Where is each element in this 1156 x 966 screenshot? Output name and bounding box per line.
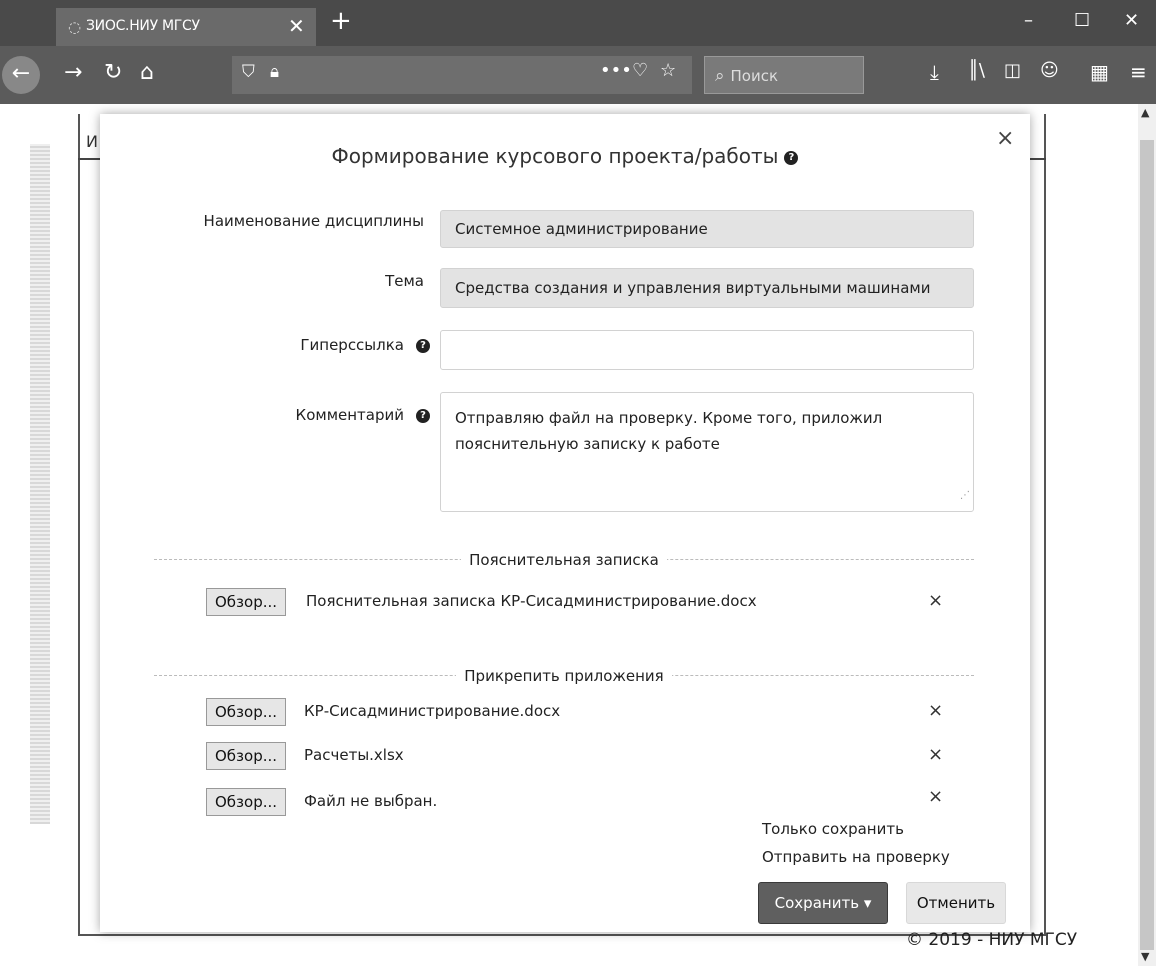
- save-button-label: Сохранить: [774, 894, 860, 912]
- remove-file-icon[interactable]: ×: [928, 786, 943, 807]
- scrollbar-thumb[interactable]: [1140, 140, 1154, 950]
- page-viewport: И © 2019 - НИУ МГСУ ▲ ▼ × Формирование к…: [0, 104, 1156, 966]
- browse-button[interactable]: Обзор...: [206, 588, 287, 616]
- new-tab-icon[interactable]: +: [330, 6, 352, 36]
- explanatory-note-title-wrap: Пояснительная записка: [154, 550, 974, 569]
- browser-tab-bar: ◌ ЗИОС.НИУ МГСУ ✕ + – ☐ ✕: [0, 0, 1156, 46]
- browse-button[interactable]: Обзор...: [206, 742, 287, 770]
- browse-button[interactable]: Обзор...: [206, 788, 287, 816]
- hyperlink-label: Гиперссылка: [300, 336, 404, 354]
- back-icon[interactable]: ←: [2, 56, 40, 94]
- site-favicon-icon: ◌: [68, 18, 82, 36]
- file-name: Пояснительная записка КР-Сисадминистриро…: [306, 592, 757, 610]
- explanatory-note-title: Пояснительная записка: [461, 551, 667, 569]
- url-bar[interactable]: ⛉ 🔒︎ ••• ♡ ☆: [232, 56, 692, 94]
- discipline-label: Наименование дисциплины: [203, 212, 424, 230]
- attachments-section: Прикрепить приложения: [154, 666, 974, 685]
- file-name: Файл не выбран.: [304, 792, 438, 810]
- extension-gift-icon[interactable]: ▦: [1090, 60, 1109, 84]
- save-only-menu-item[interactable]: Только сохранить: [762, 820, 904, 838]
- remove-file-icon[interactable]: ×: [928, 590, 943, 611]
- browser-search-box[interactable]: ⌕ Поиск: [704, 56, 864, 94]
- menu-icon[interactable]: ≡: [1130, 60, 1147, 84]
- reload-icon[interactable]: ↻: [104, 60, 122, 85]
- file-name: КР-Сисадминистрирование.docx: [304, 702, 561, 720]
- comment-textarea[interactable]: Отправляю файл на проверку. Кроме того, …: [440, 392, 974, 512]
- save-dropdown-button[interactable]: Сохранить ▾: [758, 882, 888, 924]
- hyperlink-input[interactable]: [440, 330, 974, 370]
- lock-icon[interactable]: 🔒︎: [270, 62, 279, 82]
- search-icon: ⌕: [715, 66, 725, 86]
- remove-file-icon[interactable]: ×: [928, 744, 943, 765]
- comment-label-group: Комментарий?: [140, 406, 430, 424]
- page-footer: © 2019 - НИУ МГСУ: [906, 930, 1078, 950]
- resize-grip-icon[interactable]: ⋰: [960, 483, 970, 509]
- bookmark-star-icon[interactable]: ☆: [660, 60, 676, 81]
- send-for-review-menu-item[interactable]: Отправить на проверку: [762, 848, 950, 866]
- download-icon[interactable]: ⤓: [930, 60, 939, 84]
- modal-title-text: Формирование курсового проекта/работы: [331, 144, 779, 168]
- page-heading-truncated: И: [86, 132, 98, 151]
- attachments-title-wrap: Прикрепить приложения: [154, 666, 974, 685]
- comment-text: Отправляю файл на проверку. Кроме того, …: [455, 409, 883, 453]
- shield-icon[interactable]: ⛉: [242, 62, 255, 82]
- account-icon[interactable]: ☺: [1040, 60, 1059, 81]
- library-icon[interactable]: ║\: [968, 60, 985, 81]
- remove-file-icon[interactable]: ×: [928, 700, 943, 721]
- browser-tab-title: ЗИОС.НИУ МГСУ: [86, 18, 200, 34]
- explanatory-note-section: Пояснительная записка: [154, 550, 974, 569]
- comment-label: Комментарий: [295, 406, 404, 424]
- browser-search-placeholder: Поиск: [730, 67, 779, 85]
- forward-icon[interactable]: →: [64, 60, 82, 85]
- file-name: Расчеты.xlsx: [304, 746, 404, 764]
- scroll-down-icon[interactable]: ▼: [1141, 950, 1149, 963]
- hyperlink-label-group: Гиперссылка?: [140, 336, 430, 354]
- discipline-field[interactable]: Системное администрирование: [440, 210, 974, 248]
- minimize-window-icon[interactable]: –: [1024, 10, 1033, 31]
- home-icon[interactable]: ⌂: [140, 60, 154, 85]
- browser-tab[interactable]: ◌ ЗИОС.НИУ МГСУ ✕: [56, 8, 316, 46]
- sidebar-icon[interactable]: ◫: [1004, 60, 1021, 81]
- scroll-up-icon[interactable]: ▲: [1141, 106, 1149, 119]
- title-help-icon[interactable]: ?: [784, 150, 799, 165]
- topic-label: Тема: [385, 272, 424, 290]
- modal-title: Формирование курсового проекта/работы?: [100, 144, 1030, 168]
- browser-toolbar: ← → ↻ ⌂ ⛉ 🔒︎ ••• ♡ ☆ ⌕ Поиск ⤓ ║\ ◫ ☺ ▦ ≡: [0, 46, 1156, 104]
- hyperlink-help-icon[interactable]: ?: [416, 338, 430, 353]
- close-tab-icon[interactable]: ✕: [288, 14, 305, 38]
- pocket-icon[interactable]: ♡: [632, 60, 648, 81]
- comment-help-icon[interactable]: ?: [416, 408, 430, 423]
- maximize-window-icon[interactable]: ☐: [1074, 10, 1090, 31]
- close-window-icon[interactable]: ✕: [1124, 10, 1139, 31]
- course-project-modal: × Формирование курсового проекта/работы?…: [100, 114, 1030, 932]
- browse-button[interactable]: Обзор...: [206, 698, 287, 726]
- topic-field[interactable]: Средства создания и управления виртуальн…: [440, 268, 974, 308]
- page-scrollbar[interactable]: ▲ ▼: [1138, 104, 1156, 966]
- attachments-title: Прикрепить приложения: [456, 667, 672, 685]
- more-actions-icon[interactable]: •••: [600, 60, 632, 81]
- cancel-button[interactable]: Отменить: [906, 882, 1006, 924]
- caret-down-icon: ▾: [863, 894, 872, 912]
- background-sidebar: [30, 144, 50, 824]
